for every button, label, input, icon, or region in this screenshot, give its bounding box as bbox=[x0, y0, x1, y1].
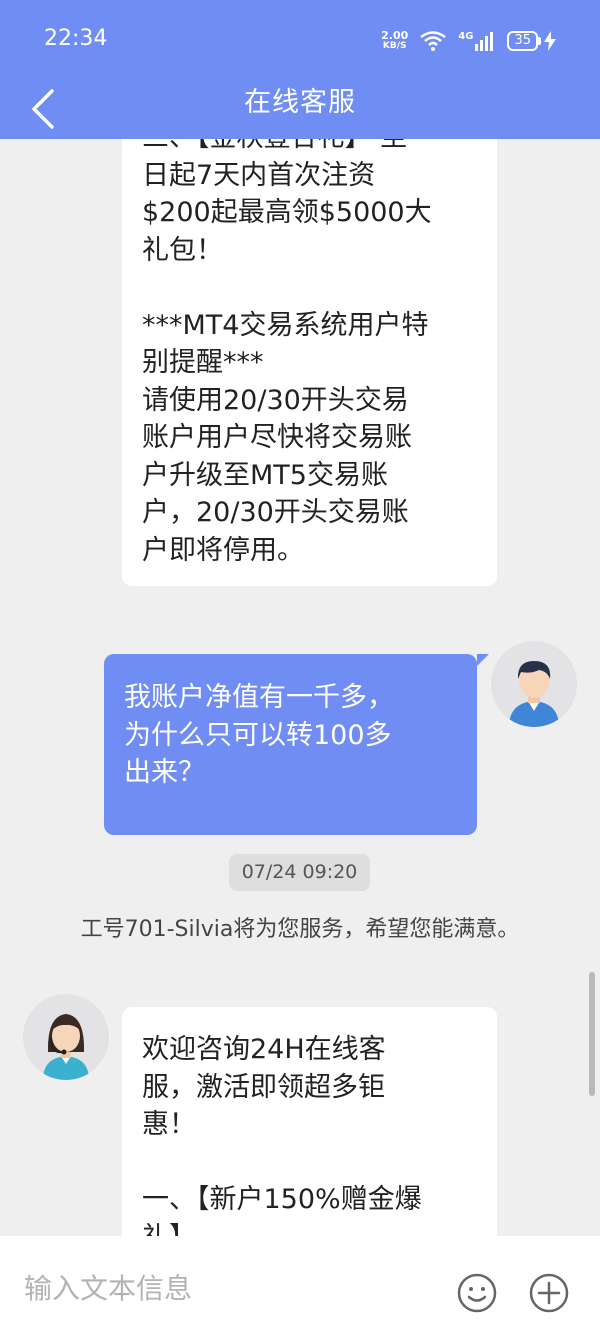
agent-message-bubble: 三、【金秋壹合礼】 至 日起7天内首次注资 $200起最高领$5000大 礼包！… bbox=[122, 139, 497, 586]
chat-scrollbar[interactable] bbox=[589, 972, 595, 1096]
wifi-icon bbox=[420, 31, 447, 51]
plus-icon[interactable] bbox=[528, 1272, 570, 1314]
charging-icon bbox=[544, 31, 556, 51]
chat-area[interactable]: 三、【金秋壹合礼】 至 日起7天内首次注资 $200起最高领$5000大 礼包！… bbox=[0, 139, 600, 1236]
header: 在线客服 bbox=[0, 80, 600, 139]
net-speed-unit: KB/S bbox=[382, 41, 407, 51]
page-title: 在线客服 bbox=[244, 87, 356, 118]
battery-icon: 35 bbox=[507, 31, 556, 51]
net-speed-value: 2.00 bbox=[381, 29, 409, 42]
status-bar: 22:34 2.00 KB/S 4G 35 bbox=[0, 0, 600, 80]
agent-message-text: 三、【金秋壹合礼】 至 日起7天内首次注资 $200起最高领$5000大 礼包！… bbox=[142, 139, 432, 566]
user-bubble-tail bbox=[477, 654, 489, 666]
user-message-text: 我账户净值有一千多， 为什么只可以转100多 出来？ bbox=[124, 682, 394, 788]
battery-tip bbox=[538, 37, 541, 45]
network-type: 4G bbox=[458, 31, 474, 42]
agent-welcome-bubble: 欢迎咨询24H在线客 服，激活即领超多钜 惠！ 一、【新户150%赠金爆 礼】 bbox=[122, 1007, 497, 1236]
system-message: 工号701-Silvia将为您服务，希望您能满意。 bbox=[80, 917, 520, 942]
agent-welcome-text: 欢迎咨询24H在线客 服，激活即领超多钜 惠！ 一、【新户150%赠金爆 礼】 bbox=[142, 1034, 422, 1236]
battery-level: 35 bbox=[507, 31, 538, 51]
message-input[interactable] bbox=[24, 1268, 424, 1308]
user-avatar-icon bbox=[509, 661, 559, 727]
agent-avatar-icon bbox=[43, 1014, 89, 1080]
status-icons: 2.00 KB/S 4G 35 bbox=[381, 26, 556, 56]
user-message-bubble: 我账户净值有一千多， 为什么只可以转100多 出来？ bbox=[104, 654, 477, 835]
user-avatar[interactable] bbox=[491, 641, 577, 727]
input-bar bbox=[0, 1236, 600, 1333]
signal-indicator: 4G bbox=[458, 31, 495, 51]
status-time: 22:34 bbox=[44, 26, 108, 51]
agent-avatar[interactable] bbox=[23, 994, 109, 1080]
signal-icon bbox=[475, 32, 494, 51]
emoji-icon[interactable] bbox=[456, 1272, 498, 1314]
message-timestamp: 07/24 09:20 bbox=[229, 854, 370, 891]
net-speed: 2.00 KB/S bbox=[381, 30, 408, 52]
